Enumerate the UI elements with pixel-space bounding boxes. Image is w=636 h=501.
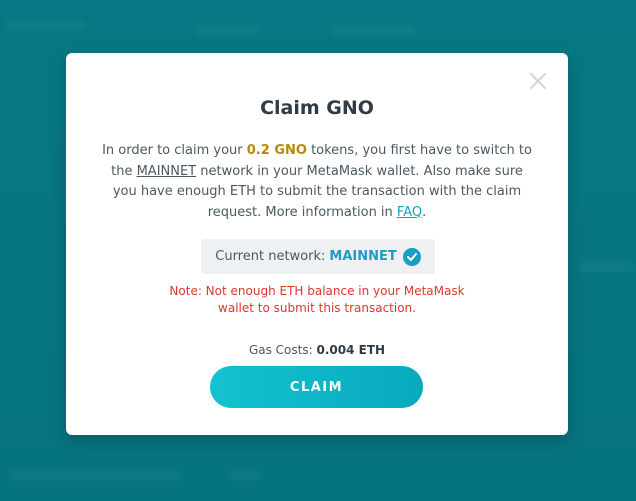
description-text: In order to claim your [102,143,247,158]
description-text: . [422,204,427,220]
check-circle-icon [402,247,421,266]
gas-label: Gas Costs: [248,343,313,357]
claim-modal: Claim GNO In order to claim your 0.2 GNO… [66,53,568,435]
faq-link[interactable]: FAQ [397,205,422,220]
gas-value: 0.004 ETH [316,343,386,357]
modal-description: In order to claim your 0.2 GNO tokens, y… [100,141,534,223]
claim-button[interactable]: CLAIM [210,366,423,408]
modal-title: Claim GNO [260,97,374,119]
gas-costs: Gas Costs: 0.004 ETH [66,343,568,357]
balance-warning: Note: Not enough ETH balance in your Met… [169,284,465,315]
close-icon[interactable] [528,71,548,91]
current-network-box: Current network: MAINNET [201,239,435,274]
network-value: MAINNET [329,249,397,264]
mainnet-link[interactable]: MAINNET [137,164,197,179]
claim-amount: 0.2 GNO [246,143,307,158]
network-label: Current network: [215,249,326,264]
